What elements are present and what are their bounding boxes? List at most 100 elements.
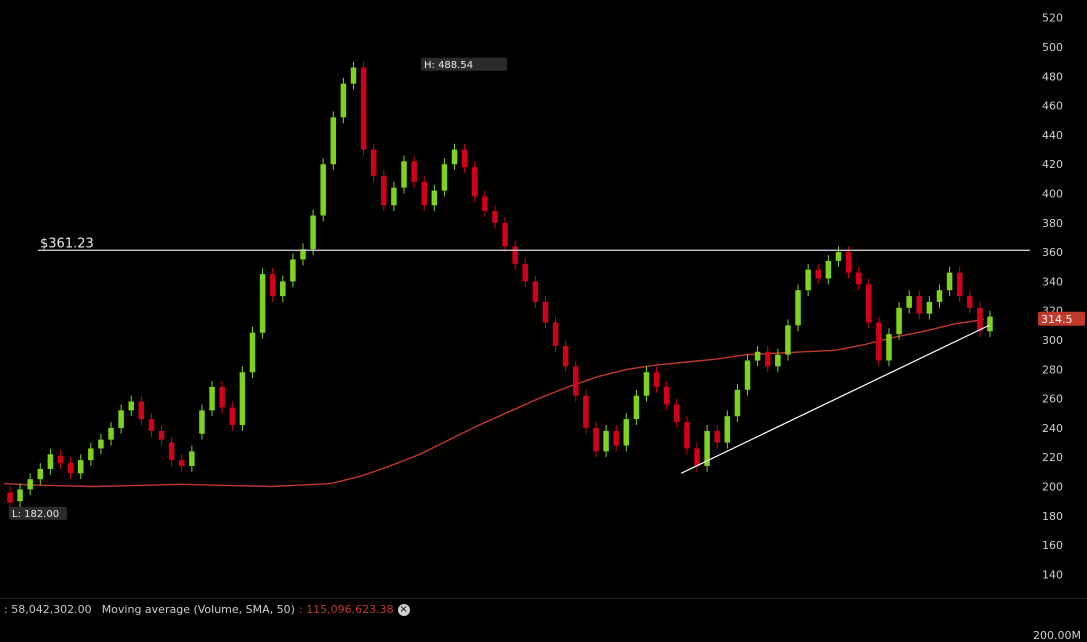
y-tick-label: 340	[1042, 275, 1063, 288]
candle-body	[583, 395, 589, 428]
candle-body	[502, 222, 508, 247]
candle-body	[643, 372, 650, 396]
candle-body	[866, 284, 872, 323]
y-tick-label: 420	[1042, 158, 1063, 171]
candle-body	[47, 454, 54, 469]
candle-body	[360, 67, 367, 150]
ma-path	[3, 318, 985, 488]
close-indicator-button[interactable]: ×	[397, 603, 410, 616]
candle-body	[825, 260, 832, 279]
candle-body	[158, 430, 165, 440]
high-label: H: 488.54	[424, 60, 473, 71]
candle-body	[714, 430, 720, 443]
candle-body	[249, 332, 256, 373]
candle-body	[886, 334, 892, 361]
y-tick-label: 220	[1042, 451, 1063, 464]
y-tick-label: 260	[1042, 393, 1063, 406]
trendline[interactable]	[680, 324, 990, 474]
candle-body	[280, 281, 286, 297]
candle-body	[168, 442, 175, 461]
volume-indicator-bar: : 58,042,302.00 Moving average (Volume, …	[0, 598, 1087, 620]
y-tick-label: 500	[1042, 41, 1063, 54]
y-tick-label: 280	[1042, 363, 1063, 376]
candle-body	[330, 117, 337, 165]
ma-indicator-value: : 115,096,623.38	[298, 603, 394, 616]
candle-body	[189, 451, 195, 467]
y-tick-label: 300	[1042, 334, 1063, 347]
candle-body	[461, 149, 468, 168]
candle-body	[259, 274, 266, 333]
candle-body	[694, 448, 700, 467]
candle-body	[77, 460, 84, 474]
candle-body	[926, 301, 933, 314]
candle-body	[269, 274, 276, 297]
candle-body	[785, 325, 791, 355]
candle-body	[179, 460, 185, 467]
y-tick-label: 460	[1042, 100, 1063, 113]
y-tick-label: 400	[1042, 188, 1063, 201]
candle-body	[754, 351, 761, 361]
candle-body	[613, 430, 619, 446]
candle-body	[451, 149, 458, 165]
candle-body	[522, 263, 529, 282]
candle-body	[340, 83, 347, 118]
candle-body	[815, 269, 821, 279]
candle-body	[138, 401, 145, 420]
candle-body	[492, 211, 498, 223]
candle-body	[310, 215, 316, 250]
candle-body	[855, 272, 862, 285]
candle-body	[734, 389, 741, 417]
y-tick-label: 240	[1042, 422, 1063, 435]
y-axis: 1401601802002202402602803003203403603804…	[1042, 12, 1063, 582]
volume-value: : 58,042,302.00	[4, 603, 92, 616]
candle-body	[805, 269, 811, 291]
candle-body	[542, 301, 549, 323]
candle-body	[471, 167, 478, 197]
candle-body	[98, 439, 104, 449]
y-tick-label: 140	[1042, 568, 1063, 581]
candle-body	[7, 492, 13, 503]
low-label: L: 182.00	[12, 509, 59, 520]
candle-body	[381, 175, 387, 206]
candle-body	[987, 316, 993, 332]
candle-body	[37, 468, 44, 480]
y-tick-label: 380	[1042, 217, 1063, 230]
candle-body	[370, 149, 377, 176]
y-tick-label: 360	[1042, 246, 1063, 259]
candle-body	[67, 463, 74, 474]
candle-body	[684, 422, 690, 449]
candle-body	[199, 410, 205, 434]
candle-body	[239, 372, 246, 425]
candle-body	[977, 307, 983, 332]
candle-body	[876, 322, 882, 361]
candle-body	[896, 307, 902, 335]
candle-body	[148, 419, 155, 431]
candle-body	[320, 164, 326, 216]
candle-body	[411, 161, 417, 182]
candle-body	[17, 489, 23, 502]
candle-body	[936, 290, 943, 302]
y-tick-label: 520	[1042, 12, 1063, 25]
volume-axis-label: 200.00M	[1033, 629, 1081, 642]
y-tick-label: 160	[1042, 539, 1063, 552]
candle-body	[946, 272, 953, 291]
price-chart[interactable]: 1401601802002202402602803003203403603804…	[0, 0, 1087, 598]
candle-body	[219, 386, 225, 408]
candle-body	[593, 427, 599, 452]
y-tick-label: 440	[1042, 129, 1063, 142]
candle-body	[391, 187, 397, 206]
moving-average-line	[3, 318, 985, 488]
candle-body	[967, 296, 973, 308]
candle-body	[128, 401, 134, 411]
candle-body	[956, 272, 963, 297]
candle-body	[421, 181, 427, 206]
candle-body	[633, 395, 640, 420]
candle-body	[512, 246, 518, 264]
candle-body	[532, 281, 539, 302]
candles-group	[7, 61, 993, 509]
y-tick-label: 480	[1042, 70, 1063, 83]
candle-body	[603, 430, 609, 452]
last-price-label: 314.5	[1041, 313, 1073, 326]
candle-body	[916, 296, 923, 314]
candle-body	[441, 164, 448, 191]
